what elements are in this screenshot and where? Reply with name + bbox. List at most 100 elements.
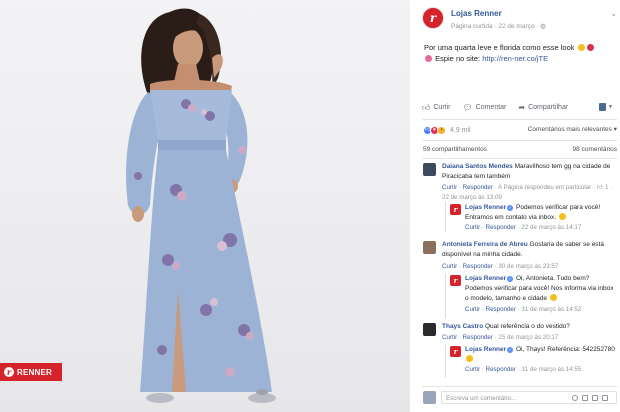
comment-like-link[interactable]: Curtir <box>442 184 457 191</box>
reply-timestamp[interactable]: 31 de março às 14:55 <box>521 366 581 373</box>
comment-thread: Daiana Santos Mendes Maravilhoso tem gg … <box>423 162 617 232</box>
post-options-chevron-icon[interactable]: ⌄ <box>610 9 617 18</box>
comment-composer: Escreva um comentário... <box>423 391 617 405</box>
reply-timestamp[interactable]: 22 de março às 14:17 <box>521 224 581 231</box>
comment-timestamp[interactable]: 25 de março às 20:17 <box>498 334 558 341</box>
reply-reply-link[interactable]: Responder <box>486 224 516 231</box>
comment-button-label: Comentar <box>475 104 507 111</box>
reactions-summary[interactable]: 👍︎ ♥ • 4,9 mil Comentários mais relevant… <box>423 124 617 136</box>
comment-footer: Curtir · Responder · A Página respondeu … <box>442 184 613 201</box>
commenter-name[interactable]: Antonieta Ferreira de Abreu <box>442 241 528 248</box>
verified-badge-icon: ✓ <box>507 347 514 353</box>
like-button-label: Curtir <box>433 104 451 111</box>
smile-emoji-icon <box>466 355 473 362</box>
comment-button[interactable]: 💬︎ Comentar <box>463 103 507 112</box>
share-button-label: Compartilhar <box>528 104 569 111</box>
sunflower-emoji-icon <box>577 44 585 51</box>
globe-icon: ◍ <box>540 23 546 30</box>
comment-sort-dropdown[interactable]: Comentários mais relevantes ▾ <box>528 125 617 133</box>
reply-footer: Curtir · Responder · 31 de março às 14:5… <box>465 366 582 373</box>
post-actions-bar: 👍︎ Curtir 💬︎ Comentar ➦ Compartilhar ▼ <box>422 100 617 115</box>
reply-reply-link[interactable]: Responder <box>486 306 516 313</box>
comment-timestamp[interactable]: 22 de março às 13:09 <box>442 194 502 201</box>
post-as-selector[interactable]: ▼ <box>599 102 613 112</box>
commenter-avatar[interactable] <box>423 163 436 176</box>
comment-icon: 💬︎ <box>462 103 473 112</box>
comment-input[interactable]: Escreva um comentário... <box>441 391 617 404</box>
tulip-emoji-icon <box>425 55 432 62</box>
reply-avatar[interactable]: r <box>450 204 461 215</box>
reply-body: Lojas Renner ✓ Oi, Thays! Referência: 542… <box>465 345 615 365</box>
comment-body: Thays Castro Qual referência o do vestid… <box>442 322 614 332</box>
shares-count-link[interactable]: 59 compartilhamentos <box>423 146 487 153</box>
rose-emoji-icon <box>586 44 594 51</box>
reply-thread-line <box>445 274 446 318</box>
commenter-avatar[interactable] <box>423 323 436 336</box>
comment-reply-link[interactable]: Responder <box>463 184 493 191</box>
page-avatar[interactable]: r <box>422 7 444 29</box>
page-thumbnail-icon <box>599 103 607 111</box>
reply-text: Oi, Thays! Referência: 542252780 <box>516 346 615 353</box>
post-link[interactable]: http://ren-ner.co/jTE <box>482 54 548 63</box>
smile-emoji-icon <box>549 294 557 301</box>
comment-thread: Antonieta Ferreira de Abreu Gostaria de … <box>423 240 617 318</box>
reply-thread-line <box>445 202 446 232</box>
reply-like-link[interactable]: Curtir <box>465 306 480 313</box>
share-button[interactable]: ➦ Compartilhar <box>518 103 568 112</box>
gif-icon[interactable] <box>592 395 598 401</box>
comment-reply-link[interactable]: Responder <box>463 263 493 270</box>
page-liked-label: Página curtida <box>451 23 493 30</box>
comment-body: Daiana Santos Mendes Maravilhoso tem gg … <box>442 162 612 182</box>
reply-author-name[interactable]: Lojas Renner <box>465 275 506 282</box>
reply-author-name[interactable]: Lojas Renner <box>465 346 506 353</box>
model-figure <box>126 8 276 403</box>
like-button[interactable]: 👍︎ Curtir <box>422 103 451 113</box>
engagement-stats: 59 compartilhamentos 98 comentários <box>423 146 617 156</box>
reply-footer: Curtir · Responder · 31 de março às 14:5… <box>465 306 582 313</box>
reply-body: Lojas Renner ✓ Oi, Antonieta. Tudo bem? P… <box>465 274 615 304</box>
divider <box>422 119 617 120</box>
post-text-line1: Por uma quarta leve e florida como esse … <box>424 43 575 52</box>
reply-thread-line <box>445 345 446 378</box>
comment-timestamp[interactable]: 30 de março às 23:57 <box>498 263 558 270</box>
comment-like-link[interactable]: Curtir <box>442 334 457 341</box>
reply-like-link[interactable]: Curtir <box>465 366 480 373</box>
commenter-avatar[interactable] <box>423 241 436 254</box>
emoji-picker-icon[interactable] <box>572 395 578 401</box>
reply-like-link[interactable]: Curtir <box>465 224 480 231</box>
post-date[interactable]: 22 de março <box>498 23 534 30</box>
comment-thread: Thays Castro Qual referência o do vestid… <box>423 322 617 378</box>
renner-brand-badge: r RENNER <box>0 363 62 381</box>
post-message: Por uma quarta leve e florida como esse … <box>424 42 614 64</box>
camera-icon[interactable] <box>582 395 588 401</box>
commenter-name[interactable]: Thays Castro <box>442 323 483 330</box>
verified-badge-icon: ✓ <box>507 205 514 211</box>
reply-avatar[interactable]: r <box>450 275 461 286</box>
smile-emoji-icon <box>558 213 566 220</box>
verified-badge-icon: ✓ <box>507 276 514 282</box>
comments-count-link[interactable]: 98 comentários <box>573 146 617 153</box>
reply-footer: Curtir · Responder · 22 de março às 14:1… <box>465 224 582 231</box>
comment-footer: Curtir · Responder · 30 de março às 23:5… <box>442 263 559 270</box>
comment-reply-link[interactable]: Responder <box>463 334 493 341</box>
commenter-name[interactable]: Daiana Santos Mendes <box>442 163 513 170</box>
sticker-icon[interactable] <box>602 395 608 401</box>
page-name-link[interactable]: Lojas Renner <box>451 9 502 18</box>
comment-text: Qual referência o do vestido? <box>485 323 570 330</box>
divider <box>422 386 617 387</box>
reply-avatar[interactable]: r <box>450 346 461 357</box>
reply-timestamp[interactable]: 31 de março às 14:52 <box>521 306 581 313</box>
post-photo[interactable]: r RENNER <box>0 0 410 412</box>
comment-like-link[interactable]: Curtir <box>442 263 457 270</box>
post-details-panel: r Lojas Renner Página curtida · 22 de ma… <box>415 0 620 412</box>
badge-brand-text: RENNER <box>17 367 52 377</box>
current-user-avatar <box>423 391 436 404</box>
thumbs-up-small-icon: 👍︎ <box>596 184 604 191</box>
share-arrow-icon: ➦ <box>518 103 526 112</box>
reply-author-name[interactable]: Lojas Renner <box>465 204 506 211</box>
renner-logo-icon: r <box>4 367 14 377</box>
reply-reply-link[interactable]: Responder <box>486 366 516 373</box>
wow-reaction-icon: • <box>437 125 446 135</box>
sort-chevron-icon: ▾ <box>613 126 617 133</box>
post-meta: Página curtida · 22 de março · ◍ <box>451 23 546 30</box>
